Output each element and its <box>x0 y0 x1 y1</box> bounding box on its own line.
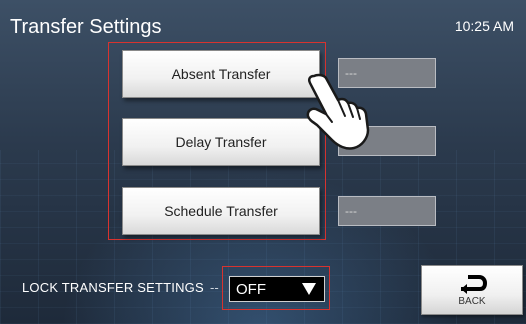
page-title: Transfer Settings <box>10 16 162 38</box>
clock-time: 10:25 AM <box>454 18 514 34</box>
back-label: BACK <box>458 296 486 307</box>
back-button[interactable]: BACK <box>421 265 523 315</box>
schedule-transfer-button[interactable]: Schedule Transfer <box>122 187 320 235</box>
dropdown-arrow-icon <box>302 283 316 295</box>
lock-transfer-label: LOCK TRANSFER SETTINGS <box>22 280 204 295</box>
delay-transfer-button[interactable]: Delay Transfer <box>122 118 320 166</box>
schedule-transfer-value: --- <box>338 196 436 226</box>
lock-transfer-select[interactable]: OFF <box>229 276 325 302</box>
screen: Transfer Settings 10:25 AM Absent Transf… <box>0 0 526 324</box>
lock-separator: -- <box>210 280 219 295</box>
back-arrow-icon <box>461 275 488 294</box>
lock-select-value: OFF <box>236 280 266 298</box>
absent-transfer-button[interactable]: Absent Transfer <box>122 50 320 98</box>
hand-pointer-icon <box>306 73 370 150</box>
